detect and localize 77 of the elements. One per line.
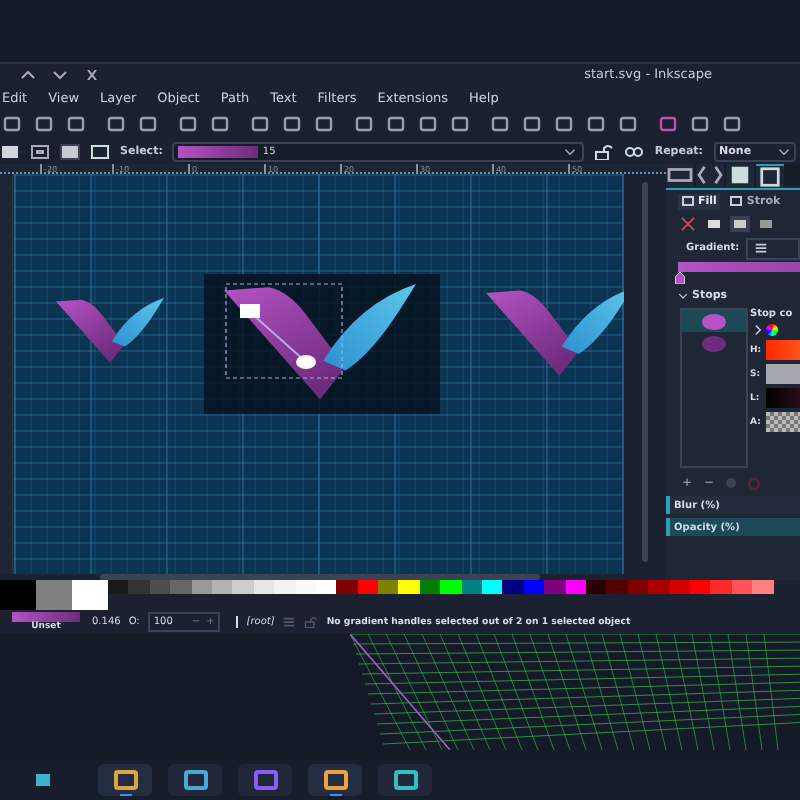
palette-swatch[interactable] [710, 580, 732, 594]
palette-swatch[interactable] [398, 580, 420, 594]
palette-swatch[interactable] [36, 580, 72, 610]
chevron-right-icon[interactable] [754, 324, 762, 336]
canvas-area[interactable] [13, 174, 625, 574]
gradient-preview [678, 262, 800, 272]
chevron-down-icon[interactable] [52, 69, 68, 79]
palette-swatch[interactable] [253, 580, 275, 594]
check-logo-drawing[interactable] [55, 298, 164, 363]
taskbar-app-icon[interactable] [168, 764, 222, 796]
channel-gradient [766, 340, 800, 360]
layers-icon[interactable] [666, 164, 694, 186]
palette-swatch[interactable] [108, 580, 129, 594]
palette-swatch[interactable] [648, 580, 670, 594]
color-wheel-icon[interactable] [766, 324, 778, 336]
selection-outline [225, 283, 343, 379]
fill-swatch[interactable] [12, 612, 80, 622]
taskbar-app-icon[interactable] [238, 764, 292, 796]
caret-icon[interactable] [778, 147, 790, 155]
taskbar-app-icon[interactable] [378, 764, 432, 796]
linear-gradient-icon[interactable] [730, 215, 750, 231]
palette-swatch[interactable] [669, 580, 690, 594]
flat-color-icon[interactable] [704, 215, 724, 231]
channel-gradient [766, 364, 800, 384]
code-icon[interactable] [696, 164, 724, 186]
palette-swatch[interactable] [191, 580, 212, 594]
select-all-icon[interactable] [0, 143, 20, 159]
palette-swatch[interactable] [482, 580, 503, 594]
chevron-icon[interactable] [678, 291, 688, 299]
palette-swatch[interactable] [149, 580, 171, 594]
radial-gradient-icon[interactable] [756, 215, 776, 231]
palette-swatch[interactable] [752, 580, 773, 594]
palette-swatch[interactable] [502, 580, 524, 594]
palette-swatch[interactable] [606, 580, 628, 594]
link-icon[interactable] [624, 143, 645, 159]
palette-swatch[interactable] [689, 580, 711, 594]
palette-swatch[interactable] [565, 580, 586, 594]
palette-swatch[interactable] [419, 580, 441, 594]
palette-swatch[interactable] [315, 580, 337, 594]
scrollbar-thumb[interactable] [642, 182, 649, 562]
palette-swatch[interactable] [461, 580, 483, 594]
check-logo-drawing[interactable] [485, 288, 625, 376]
stop-handle-icon[interactable] [674, 272, 686, 284]
gradient-handle-drawing[interactable] [239, 304, 316, 369]
channel-gradient [766, 388, 800, 408]
palette-swatch[interactable] [378, 580, 399, 594]
palette-swatch[interactable] [731, 580, 753, 594]
palette-swatch[interactable] [440, 580, 462, 594]
layer-indicator-icon [236, 616, 239, 628]
palette-swatch[interactable] [128, 580, 150, 594]
taskbar-app-icon[interactable] [308, 764, 362, 796]
scrollbar-thumb[interactable] [100, 574, 540, 580]
palette-swatch[interactable] [357, 580, 379, 594]
palette-swatch[interactable] [544, 580, 566, 594]
check-logo-drawing[interactable] [223, 284, 416, 400]
palette-swatch[interactable] [170, 580, 192, 594]
select-same-icon[interactable] [30, 143, 50, 159]
fill-stroke-icon[interactable] [756, 164, 784, 188]
caret-icon[interactable] [564, 147, 577, 155]
palette-swatch[interactable] [336, 580, 358, 594]
palette-swatch[interactable] [232, 580, 254, 594]
palette-swatch[interactable] [585, 580, 607, 594]
gradient-dropdown[interactable] [745, 237, 800, 259]
invert-selection-icon[interactable] [60, 143, 80, 159]
deselect-icon[interactable] [90, 143, 110, 159]
close-icon[interactable] [84, 69, 100, 79]
palette-swatch[interactable] [211, 580, 233, 594]
channel-gradient [766, 412, 800, 432]
chevron-up-icon[interactable] [20, 69, 36, 79]
taskbar-app-icon[interactable] [98, 764, 152, 796]
document-icon[interactable] [726, 164, 754, 186]
palette-swatch[interactable] [627, 580, 649, 594]
palette-swatch[interactable] [72, 580, 108, 610]
palette-swatch[interactable] [274, 580, 296, 594]
palette-swatch[interactable] [295, 580, 316, 594]
palette-swatch[interactable] [0, 580, 36, 610]
palette-swatch[interactable] [523, 580, 545, 594]
